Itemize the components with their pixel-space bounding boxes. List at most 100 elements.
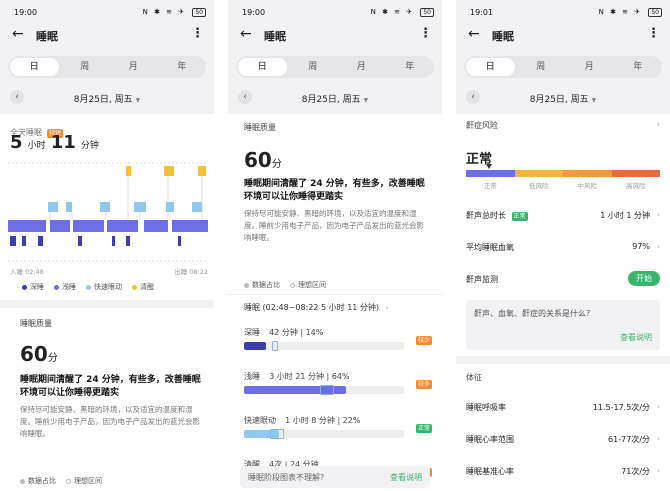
quality-title: 睡眠质量 (244, 123, 276, 132)
stage-bar-fill (244, 342, 267, 350)
date-label[interactable]: 8月25日, 周五 ▼ (0, 92, 214, 105)
tab-month[interactable]: 月 (109, 56, 158, 78)
sleep-range-row[interactable]: 睡眠 (02:48~08:22 5 小时 11 分钟) › (244, 302, 389, 313)
status-bar: 19:00 N ✱ ≋ ✈ 50 (228, 0, 442, 22)
legend-rem: 快速眼动 (86, 282, 122, 292)
date-text: 8月25日, 周五 (529, 95, 589, 105)
deep-segment (126, 236, 130, 246)
rem-segment (192, 202, 202, 212)
risk-seg-low (514, 170, 563, 177)
vital-row-heart-range[interactable]: 睡眠心率范围 61-77次/分 › (466, 434, 660, 448)
status-icons: N ✱ ≋ ✈ 50 (143, 8, 206, 17)
stage-legend: 深睡 浅睡 快速眼动 清醒 (22, 282, 154, 292)
minutes-unit: 分钟 (80, 141, 99, 151)
help-row[interactable]: 睡眠阶段图表不理解? 查看说明 (240, 466, 430, 488)
rem-segment (134, 202, 146, 212)
total-duration: 5 小时 11 分钟 (10, 132, 99, 153)
date-label[interactable]: 8月25日, 周五 ▼ (456, 92, 670, 105)
tab-week[interactable]: 周 (61, 56, 110, 78)
chevron-right-icon[interactable]: › (656, 120, 660, 130)
snore-monitor-row: 鼾声监测 开始 (466, 271, 660, 288)
title-bar: ← 睡眠 ⋮ (0, 24, 214, 46)
legend-awake: 清醒 (132, 282, 154, 292)
caret-down-icon: ▼ (363, 97, 369, 104)
tab-week[interactable]: 周 (517, 56, 566, 78)
tab-month[interactable]: 月 (337, 56, 386, 78)
period-tabs: 日 周 月 年 (464, 56, 662, 78)
risk-seg-normal (466, 170, 515, 177)
hours-unit: 小时 (27, 141, 46, 151)
legend-data-share: 数据占比 (20, 476, 56, 486)
stage-bar-track (244, 385, 404, 395)
more-vertical-icon[interactable]: ⋮ (647, 26, 660, 41)
vital-row-respiration[interactable]: 睡眠呼吸率 11.5-17.5次/分 › (466, 402, 660, 416)
page-title: 睡眠 (36, 30, 58, 43)
risk-label-low: 低风险 (529, 182, 549, 190)
chevron-right-icon: › (656, 242, 660, 251)
quality-advice: 保持尽可能安静、黑暗的环境，以及适宜的温度和湿度。睡前少用电子产品，因为电子产品… (244, 209, 424, 242)
date-text: 8月25日, 周五 (73, 95, 133, 105)
faq-box[interactable]: 鼾声、血氧、鼾症的关系是什么? 查看说明 (466, 300, 660, 350)
more-vertical-icon[interactable]: ⋮ (419, 26, 432, 41)
rem-segment (66, 202, 72, 212)
stage-badge: 正常 (415, 424, 432, 433)
tab-month[interactable]: 月 (565, 56, 614, 78)
ideal-range-marker (272, 341, 278, 351)
snore-risk-card: 鼾症风险 › 正常 正常 低风险 中风险 高风险 鼾声总时长 正常 1 小时 1… (456, 114, 670, 356)
sleep-summary-card: 全天睡眠 较短 5 小时 11 分钟 入睡 02:48 出睡 08:22 深睡 … (0, 114, 214, 300)
tab-year[interactable]: 年 (158, 56, 207, 78)
spo2-value: 97% (632, 242, 650, 251)
legend-light: 浅睡 (54, 282, 76, 292)
snore-risk-title: 鼾症风险 (466, 121, 498, 130)
wake-time: 出睡 08:22 (174, 268, 208, 276)
deep-segment (22, 236, 26, 246)
tab-day[interactable]: 日 (238, 58, 287, 76)
spo2-row[interactable]: 平均睡眠血氧 97% › (466, 242, 660, 256)
legend-deep: 深睡 (22, 282, 44, 292)
risk-label-normal: 正常 (483, 182, 497, 190)
snore-monitor-start-button[interactable]: 开始 (628, 271, 660, 286)
tab-year[interactable]: 年 (614, 56, 663, 78)
stage-row-light[interactable]: 浅睡 3 小时 21 分钟 | 64% 较多 (244, 364, 432, 408)
tab-day[interactable]: 日 (10, 58, 59, 76)
snore-duration-badge: 正常 (511, 212, 528, 221)
caret-down-icon: ▼ (135, 97, 141, 104)
snore-duration-label: 鼾声总时长 (466, 211, 506, 220)
arrow-left-icon[interactable]: ← (240, 27, 252, 41)
help-link[interactable]: 查看说明 (390, 472, 422, 483)
faq-link[interactable]: 查看说明 (620, 332, 652, 343)
date-selector: ‹ 8月25日, 周五 ▼ (456, 90, 670, 106)
rem-segment (166, 202, 174, 212)
stage-row-deep[interactable]: 深睡 42 分钟 | 14% 较少 (244, 320, 432, 364)
awake-segment (164, 166, 174, 176)
screen-day-overview: 19:00 N ✱ ≋ ✈ 50 ← 睡眠 ⋮ 日 周 月 年 ‹ 8月25日,… (0, 0, 214, 491)
risk-pointer-icon (486, 164, 492, 169)
quality-legend: 数据占比 理想区间 (20, 476, 102, 486)
vital-row-heart-base[interactable]: 睡眠基准心率 71次/分 › (466, 466, 660, 480)
tab-year[interactable]: 年 (386, 56, 435, 78)
deep-segment (38, 236, 43, 246)
date-selector: ‹ 8月25日, 周五 ▼ (0, 90, 214, 106)
help-text: 睡眠阶段图表不理解? (248, 473, 325, 482)
stage-row-rem[interactable]: 快速眼动 1 小时 8 分钟 | 22% 正常 (244, 408, 432, 452)
sleep-stage-chart[interactable] (8, 162, 208, 262)
risk-seg-mid (563, 170, 612, 177)
arrow-left-icon[interactable]: ← (12, 27, 24, 41)
sleep-range-text: 睡眠 (02:48~08:22 5 小时 11 分钟) (244, 303, 380, 312)
deep-segment (112, 236, 115, 246)
tab-week[interactable]: 周 (289, 56, 338, 78)
sleep-quality-card[interactable]: 睡眠质量 60分 睡眠期间清醒了 24 分钟，有些多，改善睡眠环境可以让你睡得更… (0, 308, 214, 491)
page-title: 睡眠 (264, 30, 286, 43)
more-vertical-icon[interactable]: ⋮ (191, 26, 204, 41)
quality-title: 睡眠质量 (20, 319, 52, 328)
status-icons: N ✱ ≋ ✈ 50 (371, 8, 434, 17)
vital-label: 睡眠基准心率 (466, 467, 514, 476)
tab-day[interactable]: 日 (466, 58, 515, 76)
legend-ideal-range: 理想区间 (66, 476, 102, 486)
stage-name: 浅睡 (244, 372, 260, 381)
date-label[interactable]: 8月25日, 周五 ▼ (228, 92, 442, 105)
arrow-left-icon[interactable]: ← (468, 27, 480, 41)
light-sleep-band (8, 220, 208, 232)
snore-duration-row[interactable]: 鼾声总时长 正常 1 小时 1 分钟 › (466, 210, 660, 224)
stage-bar-track (244, 341, 404, 351)
